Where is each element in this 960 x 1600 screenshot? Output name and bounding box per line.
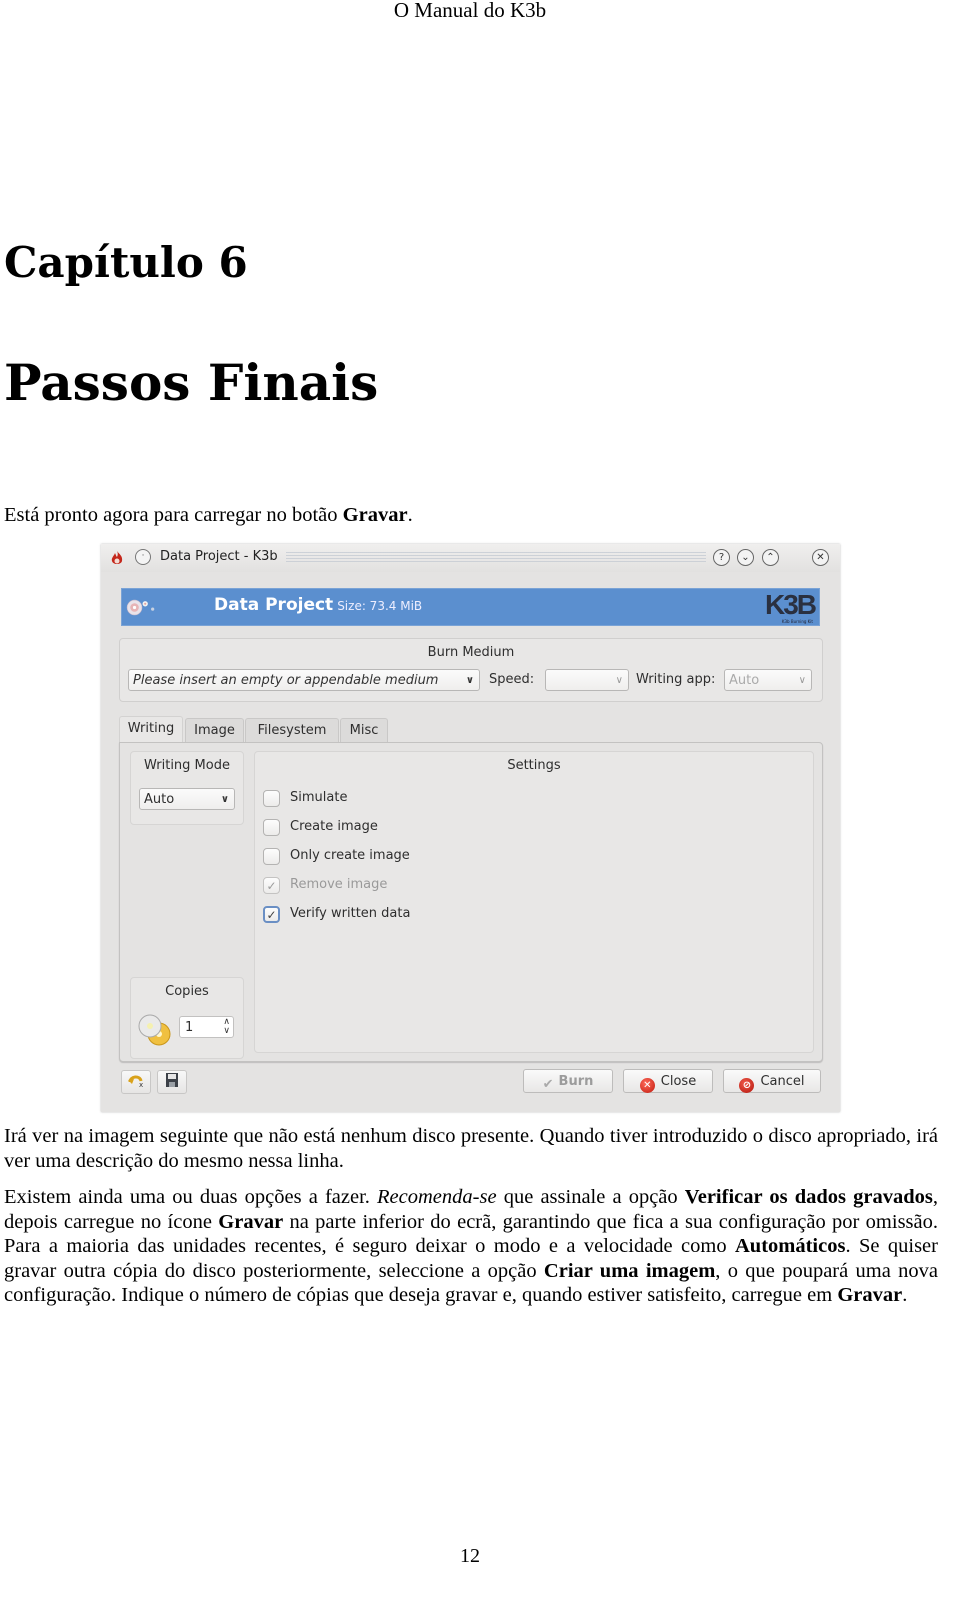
- speed-label: Speed:: [489, 672, 535, 687]
- bold-criar-imagem: Criar uma imagem: [543, 1259, 716, 1282]
- medium-select[interactable]: Please insert an empty or appendable med…: [128, 669, 480, 691]
- dialog-button-bar: x ✔ Burn ✕ Close ⊘ Cancel: [101, 1066, 840, 1106]
- help-button[interactable]: ?: [713, 549, 730, 566]
- banner-title: Data Project Size: 73.4 MiB: [214, 595, 423, 615]
- copies-group: Copies 1 ∧ ∨: [130, 977, 244, 1059]
- k3b-flame-icon: [111, 551, 123, 564]
- settings-group: Settings Simulate Create image Only crea…: [254, 751, 814, 1053]
- maximize-button[interactable]: ⌃: [762, 549, 779, 566]
- remove-image-checkbox[interactable]: ✓: [263, 877, 280, 894]
- writing-tab-panel: Writing Mode Auto ∨ Settings Simulate Cre…: [119, 742, 823, 1062]
- intro-text: Está pronto agora para carregar no botão: [4, 504, 343, 526]
- writing-app-label: Writing app:: [636, 672, 716, 687]
- copies-title: Copies: [165, 984, 209, 999]
- create-image-label: Create image: [290, 819, 378, 834]
- simulate-label: Simulate: [290, 790, 348, 805]
- tab-image[interactable]: Image: [185, 718, 244, 743]
- burn-button[interactable]: ✔ Burn: [523, 1069, 613, 1093]
- burn-medium-title: Burn Medium: [427, 645, 515, 660]
- spin-arrows-icon[interactable]: ∧ ∨: [223, 1018, 230, 1036]
- only-create-image-label: Only create image: [290, 848, 410, 863]
- titlebar-decoration: [286, 552, 706, 563]
- k3b-window-screenshot: · Data Project - K3b ? ⌄ ⌃ ✕ Data Projec…: [101, 544, 840, 1112]
- copies-discs-icon: [138, 1014, 171, 1046]
- k3b-logo-subtitle: K3b Burning Kit: [781, 619, 813, 624]
- chapter-label: Capítulo 6: [4, 238, 248, 287]
- paragraph-no-disc: Irá ver na imagem seguinte que não está …: [4, 1125, 938, 1172]
- checkmark-icon: ✓: [266, 908, 277, 922]
- project-banner: Data Project Size: 73.4 MiB K3B K3b Burni…: [121, 588, 820, 626]
- bold-automaticos: Automáticos: [735, 1235, 846, 1257]
- bold-verificar: Verificar os dados gravados: [684, 1186, 933, 1208]
- create-image-checkbox[interactable]: [263, 819, 280, 836]
- paragraph-options: Existem ainda uma ou duas opções a fazer…: [4, 1186, 939, 1306]
- floppy-save-icon: [166, 1073, 178, 1087]
- settings-title: Settings: [507, 758, 561, 773]
- simulate-checkbox[interactable]: [263, 790, 280, 807]
- close-icon: ✕: [639, 1078, 655, 1093]
- only-create-image-checkbox[interactable]: [263, 848, 280, 865]
- writing-mode-group: Writing Mode Auto ∨: [130, 751, 244, 825]
- minimize-button[interactable]: ⌄: [737, 549, 754, 566]
- bold-gravar: Gravar: [218, 1210, 284, 1233]
- page-number: 12: [460, 1545, 480, 1567]
- chevron-down-icon: ∨: [465, 675, 474, 686]
- bold-gravar-final: Gravar: [837, 1284, 903, 1306]
- window-title: Data Project - K3b: [160, 549, 278, 564]
- intro-bold-gravar: Gravar: [342, 504, 408, 526]
- window-menu-button[interactable]: ·: [135, 549, 151, 565]
- cancel-icon: ⊘: [739, 1078, 755, 1093]
- tab-filesystem[interactable]: Filesystem: [245, 718, 339, 743]
- tab-misc[interactable]: Misc: [340, 718, 388, 743]
- project-size: Size: 73.4 MiB: [337, 599, 423, 613]
- window-close-button[interactable]: ✕: [812, 549, 829, 566]
- checkmark-icon: ✓: [266, 879, 277, 893]
- chevron-down-icon: ∨: [220, 794, 229, 805]
- copies-spinbox[interactable]: 1 ∧ ∨: [179, 1016, 234, 1038]
- verify-written-data-label: Verify written data: [290, 906, 411, 921]
- writing-mode-select[interactable]: Auto ∨: [139, 788, 235, 810]
- data-disc-icon: [126, 599, 155, 616]
- save-defaults-button[interactable]: [157, 1070, 187, 1094]
- tab-writing[interactable]: Writing: [119, 716, 183, 744]
- close-button[interactable]: ✕ Close: [623, 1069, 713, 1093]
- load-defaults-button[interactable]: x: [121, 1070, 151, 1094]
- intro-text-end: .: [407, 504, 413, 526]
- running-header: O Manual do K3b: [393, 0, 547, 22]
- chapter-title: Passos Finais: [4, 353, 379, 412]
- burn-check-icon: ✔: [542, 1077, 554, 1092]
- k3b-logo: K3B: [764, 589, 817, 620]
- cancel-button[interactable]: ⊘ Cancel: [723, 1069, 821, 1093]
- svg-text:x: x: [139, 1081, 143, 1088]
- chevron-down-icon: ∨: [615, 675, 623, 686]
- intro-paragraph: Está pronto agora para carregar no botão…: [4, 503, 938, 528]
- emphasis-recomenda: Recomenda-se: [377, 1186, 497, 1208]
- window-titlebar: · Data Project - K3b ? ⌄ ⌃ ✕: [101, 544, 840, 572]
- writing-mode-title: Writing Mode: [144, 758, 230, 773]
- burn-medium-group: Burn Medium Please insert an empty or ap…: [119, 638, 823, 702]
- speed-select[interactable]: ∨: [545, 669, 629, 691]
- writing-app-select[interactable]: Auto ∨: [724, 669, 812, 691]
- remove-image-label: Remove image: [290, 877, 388, 892]
- chevron-down-icon: ∨: [798, 675, 806, 686]
- restore-defaults-icon: x: [128, 1075, 143, 1089]
- verify-written-data-checkbox[interactable]: ✓: [263, 906, 280, 923]
